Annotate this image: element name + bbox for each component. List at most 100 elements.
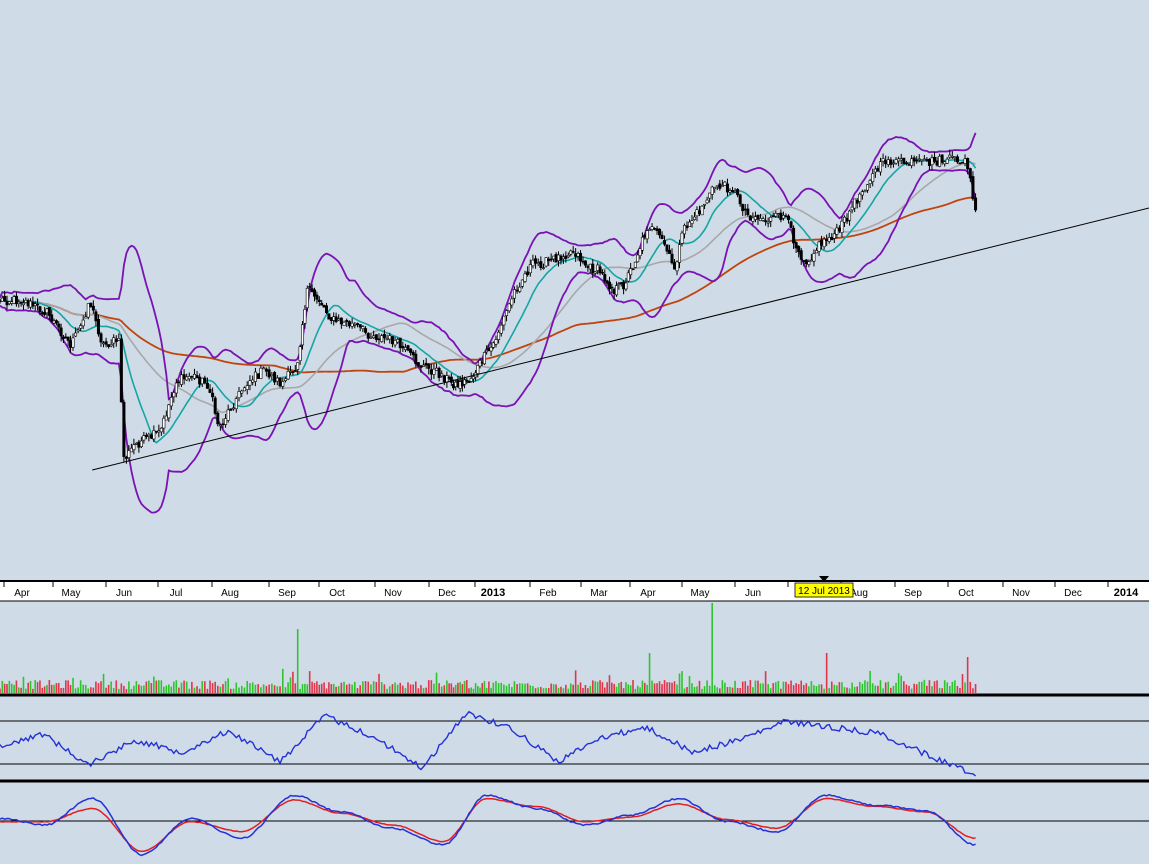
axis-tick-label: May: [691, 588, 710, 599]
candle-body: [878, 161, 882, 173]
candle-body: [871, 173, 875, 182]
volume-bar: [900, 675, 903, 693]
volume-bar: [577, 684, 579, 693]
volume-bar: [82, 684, 84, 693]
volume-bar: [954, 680, 956, 693]
volume-bar: [618, 683, 620, 693]
volume-bar: [6, 684, 8, 693]
volume-bar: [332, 683, 335, 693]
volume-bar: [716, 687, 719, 693]
candle-body: [26, 300, 30, 307]
candle-body: [827, 237, 831, 242]
volume-bar: [762, 683, 764, 693]
volume-bar: [1, 680, 4, 693]
candle-body: [81, 319, 85, 327]
candle-body: [576, 253, 580, 257]
volume-bar: [153, 676, 155, 693]
volume-bar: [240, 685, 243, 693]
volume-bar: [671, 682, 673, 693]
candle-body: [372, 335, 376, 339]
volume-bar: [611, 682, 613, 693]
candle-body: [873, 168, 877, 173]
candle-body: [442, 375, 446, 383]
candle-body: [700, 205, 704, 216]
candle-body: [917, 158, 921, 161]
candle-body: [907, 164, 911, 166]
volume-bar: [69, 684, 72, 693]
volume-bar: [739, 688, 741, 693]
candle-body: [129, 447, 133, 453]
volume-bar: [238, 687, 240, 693]
volume-bar: [513, 681, 516, 693]
candle-body: [99, 333, 103, 343]
volume-bar: [641, 680, 644, 693]
candle-body: [769, 217, 773, 222]
candle-body: [840, 220, 844, 233]
candle-body: [38, 306, 42, 312]
candle-body: [482, 352, 486, 365]
candle-body: [275, 377, 279, 382]
volume-bar: [713, 685, 716, 693]
candle-body: [713, 187, 717, 190]
axis-tick-label: May: [62, 588, 81, 599]
volume-bar: [287, 682, 289, 693]
volume-bar: [974, 684, 977, 693]
candle-body: [232, 407, 236, 410]
volume-bar: [681, 671, 683, 693]
volume-bar: [168, 684, 170, 693]
volume-bar: [747, 685, 749, 693]
candle-body: [569, 250, 573, 255]
candle-body: [531, 259, 535, 267]
volume-bar: [284, 687, 287, 693]
volume-bar: [477, 685, 479, 693]
volume-bar: [676, 684, 678, 693]
candle-body: [518, 286, 522, 292]
volume-bar: [246, 680, 249, 693]
volume-bar: [782, 681, 785, 693]
volume-bar: [0, 688, 1, 693]
candle-body: [835, 227, 839, 235]
candle-body: [40, 312, 44, 314]
candle-body: [256, 373, 260, 379]
candle-body: [771, 215, 775, 218]
volume-bar: [367, 681, 370, 693]
volume-bar: [668, 682, 671, 693]
candle-body: [945, 158, 949, 164]
candle-body: [213, 397, 217, 414]
volume-bar: [308, 671, 311, 693]
volume-bar: [931, 686, 933, 693]
candle-body: [242, 387, 246, 392]
candle-body: [208, 388, 212, 393]
volume-bar: [959, 688, 961, 693]
candle-body: [894, 159, 898, 164]
volume-bar: [318, 684, 321, 693]
volume-bar: [815, 686, 818, 693]
volume-bar: [138, 684, 140, 693]
volume-bar: [193, 687, 196, 693]
volume-bar: [43, 686, 46, 693]
volume-bar: [196, 686, 198, 693]
candle-body: [605, 280, 609, 284]
candle-body: [958, 162, 962, 165]
candle-body: [832, 233, 836, 239]
candle-body: [94, 311, 98, 322]
volume-bar: [260, 687, 262, 693]
candle-body: [708, 192, 712, 199]
volume-bar: [673, 681, 676, 693]
candle-body: [24, 299, 28, 303]
volume-bar: [795, 683, 797, 693]
volume-bar: [820, 684, 823, 693]
candle-body: [187, 376, 191, 380]
volume-bar: [425, 687, 427, 693]
volume-bar: [222, 684, 224, 693]
volume-bar: [537, 687, 540, 693]
candle-body: [74, 332, 78, 337]
candle-body: [380, 335, 384, 342]
candle-body: [237, 391, 241, 399]
volume-bar: [386, 688, 388, 693]
candle-body: [904, 162, 908, 164]
candle-body: [364, 328, 368, 333]
volume-bar: [235, 682, 238, 693]
candle-body: [935, 160, 939, 166]
candle-body: [817, 241, 821, 252]
